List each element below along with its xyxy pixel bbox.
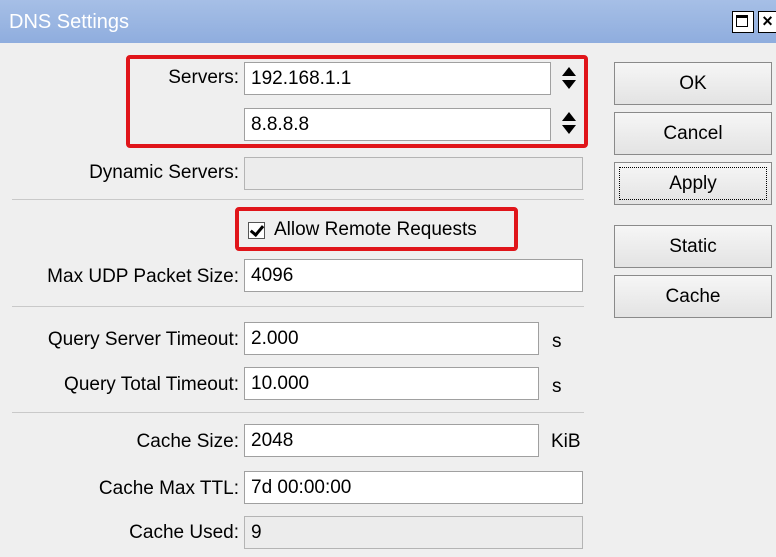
cache-size-label: Cache Size:	[136, 431, 239, 452]
query-total-timeout-label: Query Total Timeout:	[64, 374, 239, 395]
apply-button-label: Apply	[669, 173, 717, 194]
maximize-icon[interactable]	[732, 11, 754, 33]
separator	[12, 412, 584, 413]
cache-size-input[interactable]: 2048	[244, 424, 539, 457]
dynamic-servers-label: Dynamic Servers:	[89, 162, 239, 183]
separator	[12, 199, 584, 200]
cancel-button[interactable]: Cancel	[614, 112, 772, 155]
allow-remote-checkbox[interactable]	[248, 222, 265, 239]
query-server-timeout-label: Query Server Timeout:	[47, 329, 239, 350]
ok-button[interactable]: OK	[614, 62, 772, 105]
query-server-timeout-unit: s	[552, 331, 562, 352]
cache-max-ttl-label: Cache Max TTL:	[98, 478, 239, 499]
servers-highlight	[126, 55, 588, 148]
max-udp-input[interactable]: 4096	[244, 259, 583, 292]
close-icon[interactable]: ×	[758, 11, 776, 33]
static-button[interactable]: Static	[614, 225, 772, 268]
query-total-timeout-unit: s	[552, 376, 562, 397]
cache-used-field: 9	[244, 516, 583, 549]
cache-button[interactable]: Cache	[614, 275, 772, 318]
window-title: DNS Settings	[9, 11, 130, 33]
cache-max-ttl-input[interactable]: 7d 00:00:00	[244, 471, 583, 504]
separator	[12, 306, 584, 307]
query-server-timeout-input[interactable]: 2.000	[244, 322, 539, 355]
cache-used-label: Cache Used:	[129, 522, 239, 543]
dynamic-servers-field	[244, 157, 583, 190]
query-total-timeout-input[interactable]: 10.000	[244, 367, 539, 400]
title-bar[interactable]: DNS Settings ×	[0, 0, 776, 43]
max-udp-label: Max UDP Packet Size:	[47, 266, 239, 287]
cache-size-unit: KiB	[551, 431, 581, 452]
apply-button[interactable]: Apply	[614, 162, 772, 205]
allow-remote-label[interactable]: Allow Remote Requests	[274, 219, 477, 241]
